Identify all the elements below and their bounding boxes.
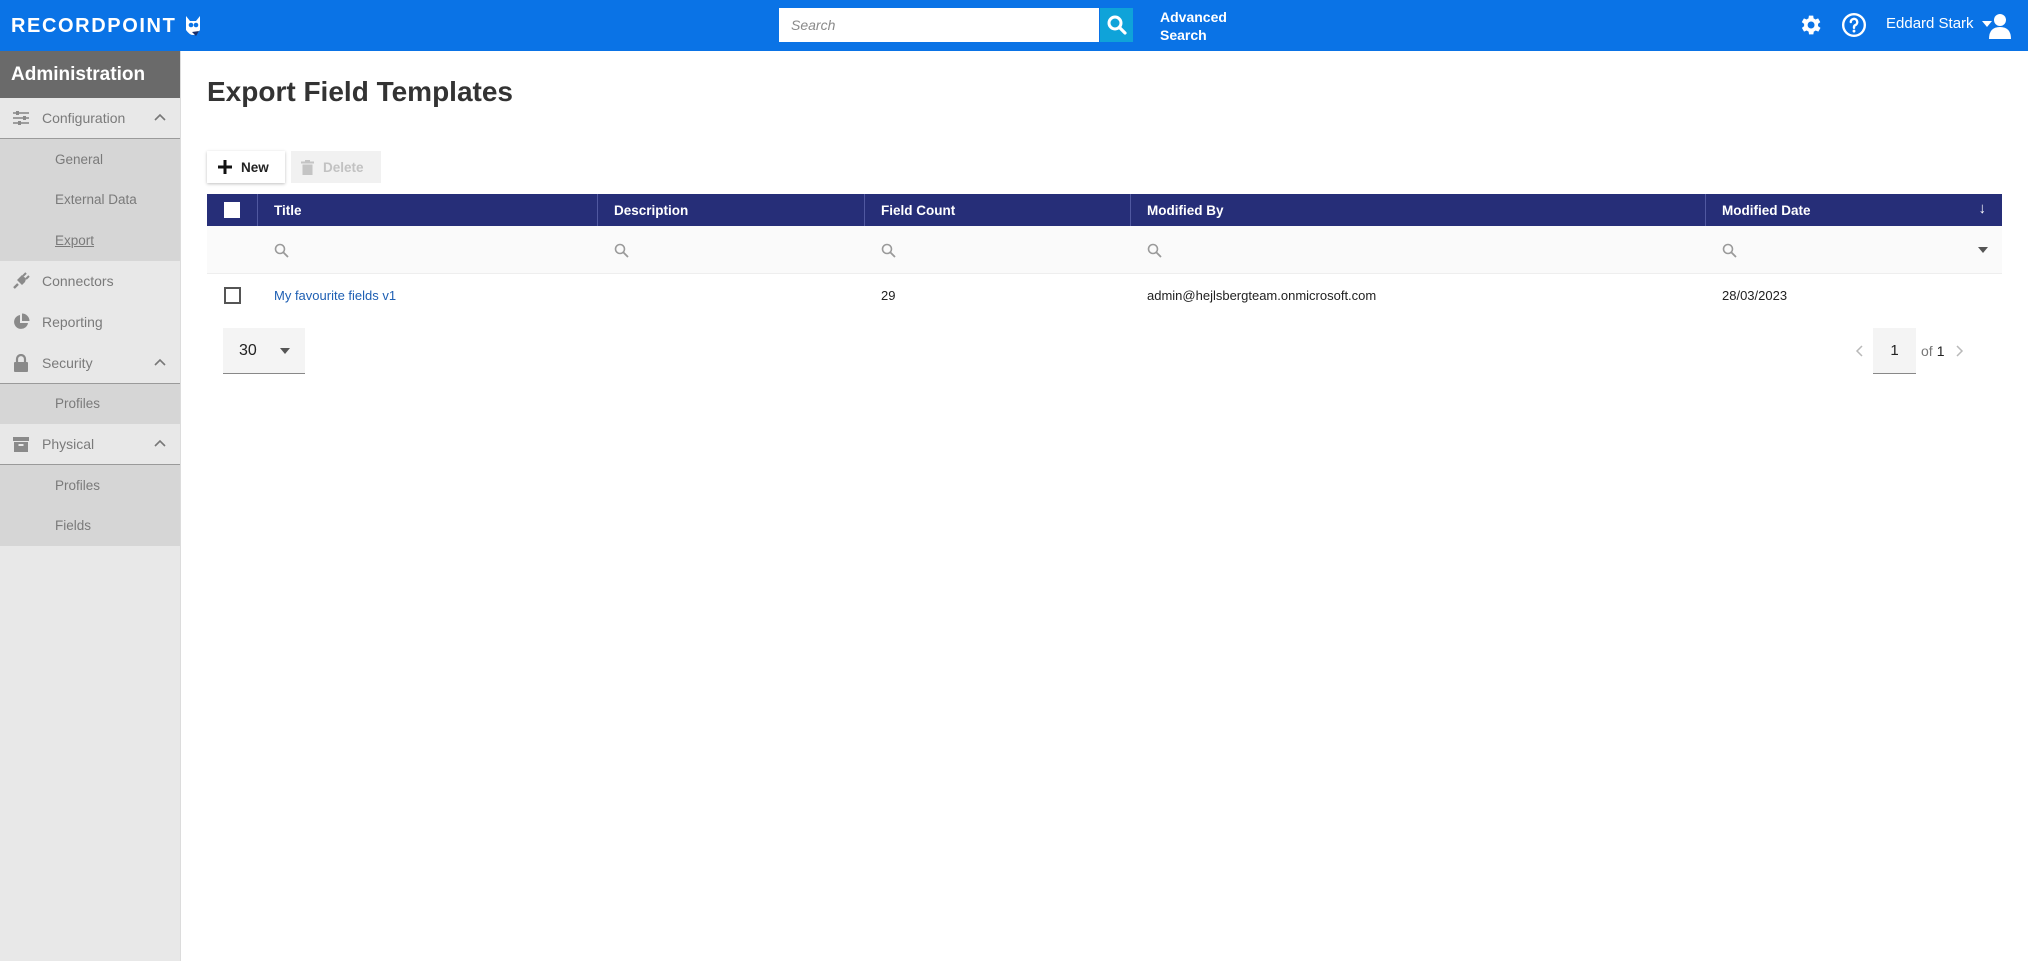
column-header-modified-date[interactable]: Modified Date ↓ <box>1706 194 2002 226</box>
pie-chart-icon <box>11 312 31 332</box>
select-all-checkbox[interactable] <box>224 202 240 218</box>
column-header-title[interactable]: Title <box>258 194 598 226</box>
chevron-left-icon[interactable] <box>1855 345 1863 357</box>
column-header-modified-by[interactable]: Modified By <box>1131 194 1706 226</box>
advanced-search-line2: Search <box>1160 27 1207 43</box>
sliders-icon <box>11 108 31 128</box>
search-icon <box>614 243 629 258</box>
user-menu[interactable]: Eddard Stark <box>1886 15 1992 32</box>
sidebar-submenu-configuration: General External Data Export <box>0 139 180 261</box>
logo-text: RECORDPOINT <box>11 14 177 37</box>
gear-icon[interactable] <box>1797 12 1823 38</box>
top-bar: RECORDPOINT Advanced Search Eddard Stark <box>0 0 2028 51</box>
advanced-search-line1: Advanced <box>1160 9 1227 25</box>
delete-button-label: Delete <box>323 159 364 175</box>
sidebar-label-security: Security <box>42 354 93 371</box>
new-button-label: New <box>241 159 269 175</box>
template-title-link[interactable]: My favourite fields v1 <box>274 288 396 303</box>
filter-modified-date[interactable] <box>1706 226 2002 274</box>
filter-field-count[interactable] <box>865 226 1131 274</box>
cell-modified-date: 28/03/2023 <box>1722 287 1788 303</box>
chevron-up-icon <box>154 439 166 447</box>
chevron-right-icon[interactable] <box>1956 345 1964 357</box>
search-icon <box>881 243 896 258</box>
chevron-down-icon <box>280 348 290 354</box>
lock-icon <box>11 353 31 373</box>
sidebar-group-security[interactable]: Security <box>0 343 180 384</box>
sidebar-group-physical[interactable]: Physical <box>0 424 180 465</box>
sidebar-item-external-data[interactable]: External Data <box>0 180 180 221</box>
sidebar-title: Administration <box>0 51 180 98</box>
user-name: Eddard Stark <box>1886 15 1974 32</box>
chevron-up-icon <box>154 113 166 121</box>
filter-title[interactable] <box>258 226 598 274</box>
select-all-cell <box>207 194 258 226</box>
search-icon <box>274 243 289 258</box>
sidebar-label-configuration: Configuration <box>42 110 126 126</box>
search-input[interactable] <box>779 8 1099 42</box>
row-select-cell <box>207 274 258 316</box>
page-size-value: 30 <box>239 341 257 359</box>
sidebar-label-reporting: Reporting <box>42 314 103 330</box>
search-icon <box>1147 243 1162 258</box>
cell-field-count: 29 <box>881 287 896 303</box>
page-size-select[interactable]: 30 <box>223 328 305 374</box>
sidebar-submenu-physical: Profiles Fields <box>0 465 180 546</box>
sidebar-item-general[interactable]: General <box>0 139 180 180</box>
plug-icon <box>11 271 31 291</box>
sidebar-label-physical: Physical <box>42 436 95 452</box>
sidebar-item-export[interactable]: Export <box>0 220 180 261</box>
archive-box-icon <box>11 434 31 454</box>
search-icon <box>1107 15 1127 35</box>
column-header-field-count[interactable]: Field Count <box>865 194 1131 226</box>
cell-title: My favourite fields v1 <box>258 274 598 316</box>
column-header-description[interactable]: Description <box>598 194 865 226</box>
delete-button[interactable]: Delete <box>291 151 381 183</box>
search-button[interactable] <box>1100 8 1133 42</box>
sidebar-item-security-profiles[interactable]: Profiles <box>0 384 180 425</box>
plus-icon <box>218 160 232 174</box>
filter-modified-by[interactable] <box>1131 226 1706 274</box>
table-row: My favourite fields v1 29 admin@hejlsber… <box>207 274 2002 316</box>
new-button[interactable]: New <box>207 151 285 183</box>
cell-modified-by: admin@hejlsbergteam.onmicrosoft.com <box>1147 287 1377 303</box>
sidebar-label-connectors: Connectors <box>42 273 114 289</box>
recordpoint-logo[interactable]: RECORDPOINT <box>11 12 204 40</box>
filter-cell-empty <box>207 226 258 274</box>
pagination-total-pages: 1 <box>1936 343 1945 359</box>
sidebar-submenu-security: Profiles <box>0 383 180 425</box>
trash-icon <box>301 159 314 175</box>
sort-descending-icon[interactable]: ↓ <box>1979 200 1987 217</box>
owl-logo-icon <box>186 16 201 36</box>
sidebar-item-physical-fields[interactable]: Fields <box>0 506 180 547</box>
sidebar-group-configuration[interactable]: Configuration <box>0 98 180 139</box>
sidebar-group-reporting[interactable]: Reporting <box>0 302 180 343</box>
pagination-of-label: of <box>1921 343 1933 359</box>
pagination: 1 of 1 <box>1855 328 1964 374</box>
cell-description <box>598 274 865 316</box>
advanced-search-link[interactable]: Advanced Search <box>1160 8 1227 44</box>
filter-description[interactable] <box>598 226 865 274</box>
help-icon[interactable] <box>1841 12 1867 38</box>
chevron-up-icon <box>154 358 166 366</box>
row-checkbox[interactable] <box>224 286 241 304</box>
user-avatar-icon[interactable] <box>1988 12 2012 40</box>
sidebar-group-connectors[interactable]: Connectors <box>0 261 180 302</box>
column-header-modified-date-label: Modified Date <box>1722 202 1811 218</box>
current-page-input[interactable]: 1 <box>1873 328 1916 374</box>
filter-row <box>207 226 2002 274</box>
chevron-down-icon[interactable] <box>1978 247 1988 253</box>
search-icon <box>1722 243 1737 258</box>
sidebar-item-physical-profiles[interactable]: Profiles <box>0 465 180 506</box>
sidebar: Administration Configuration General Ext… <box>0 51 181 961</box>
page-title: Export Field Templates <box>207 76 513 107</box>
grid-header: Title Description Field Count Modified B… <box>207 194 2002 226</box>
